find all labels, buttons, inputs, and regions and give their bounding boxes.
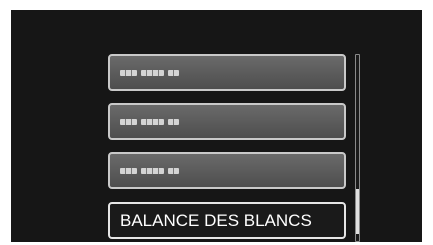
menu-item[interactable] [108,103,346,140]
placeholder-block [168,167,179,174]
placeholder-block [168,118,179,125]
placeholder-block [120,69,137,76]
placeholder-block [168,69,179,76]
placeholder-block [141,167,164,174]
placeholder-text-icon [120,118,179,125]
placeholder-text-icon [120,69,179,76]
placeholder-block [141,118,164,125]
placeholder-text-icon [120,167,179,174]
menu-item-selected[interactable]: BALANCE DES BLANCS [108,202,346,239]
menu-item-label: BALANCE DES BLANCS [120,210,312,230]
placeholder-block [120,167,137,174]
menu-scrollbar[interactable] [355,54,360,242]
placeholder-block [141,69,164,76]
scrollbar-thumb[interactable] [356,189,359,234]
placeholder-block [120,118,137,125]
menu-item[interactable] [108,152,346,189]
menu-item[interactable] [108,54,346,91]
camera-menu-screen: BALANCE DES BLANCS [11,10,422,242]
